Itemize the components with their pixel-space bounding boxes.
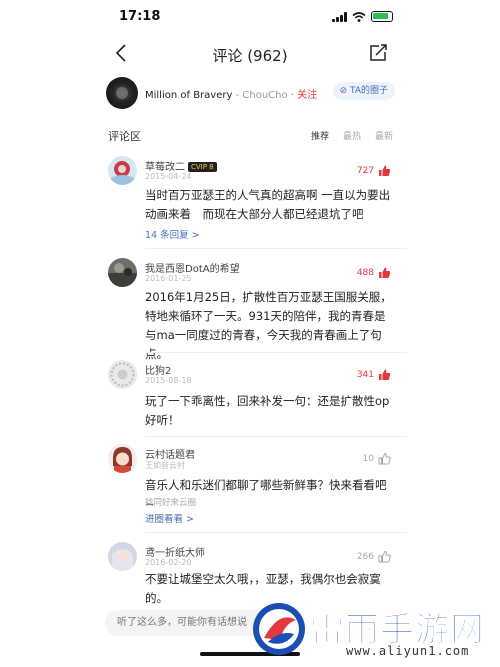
brand-logo-icon (253, 603, 305, 655)
battery-icon (371, 11, 393, 22)
watermark: 雷雨手游网 www.aliyun1.com (250, 596, 500, 667)
tab-newest[interactable]: 最新 (375, 129, 393, 142)
like-count: 10 (362, 453, 374, 464)
watermark-url: www.aliyun1.com (346, 644, 470, 658)
comment-date: 2015-08-18 (145, 376, 192, 385)
like-count: 341 (356, 369, 374, 380)
avatar[interactable] (108, 258, 137, 287)
comment-subtext: 找同好来云圈 (145, 498, 197, 508)
like-button[interactable]: 727 (357, 164, 391, 177)
circle-button[interactable]: ⊘ TA的圈子 (332, 82, 395, 100)
phone-screen: 17:18 评论 (962) Million of Bravery - Chou… (93, 0, 407, 667)
comment-username[interactable]: 云村话题君 (145, 446, 195, 461)
enter-circle-link[interactable]: 进圈看看 > (145, 511, 194, 525)
section-label: 评论区 (108, 130, 141, 143)
like-count: 727 (356, 165, 374, 176)
divider (145, 248, 407, 249)
wifi-icon (352, 11, 366, 22)
thumbs-up-icon (379, 369, 391, 380)
comment-text: 当时百万亚瑟王的人气真的超高啊 一直以为要出动画来着 而现在大部分人都已经退坑了… (145, 188, 391, 221)
like-count: 266 (356, 551, 374, 562)
circle-icon: ⊘ (339, 86, 351, 96)
follow-button[interactable]: · 关注 (288, 90, 317, 101)
comment-section-header: 评论区 推荐 最热 最新 (93, 124, 407, 146)
comment-date: 2015-04-24 (145, 172, 192, 181)
comment-username[interactable]: 比狗2 (145, 362, 171, 377)
song-artist[interactable]: ChouCho (242, 90, 287, 101)
circle-button-label: TA的圈子 (350, 86, 388, 96)
tab-recommended[interactable]: 推荐 (311, 129, 329, 142)
signal-icon (332, 11, 347, 22)
replies-link[interactable]: 14 条回复 > (145, 227, 200, 241)
nav-bar: 评论 (962) (93, 34, 407, 74)
like-count: 488 (356, 267, 374, 278)
comment-username[interactable]: 鸢一折纸大师 (145, 544, 205, 559)
song-info: Million of Bravery - ChouCho · 关注 (145, 86, 317, 101)
status-icons (332, 11, 393, 22)
avatar[interactable] (108, 360, 137, 389)
avatar[interactable] (108, 542, 137, 571)
like-button[interactable]: 488 (357, 266, 391, 279)
status-bar: 17:18 (93, 0, 407, 34)
comment-date: 2016-02-20 (145, 558, 192, 567)
comment-username[interactable]: 草莓改二 CVIP 8 (145, 158, 217, 173)
comment-text: 音乐人和乐迷们都聊了哪些新鲜事？快来看看吧~ (145, 478, 387, 511)
avatar[interactable] (108, 444, 137, 473)
song-separator: - (232, 90, 243, 101)
song-header[interactable]: Million of Bravery - ChouCho · 关注 ⊘ TA的圈… (93, 74, 407, 114)
comment-date: 2016-01-25 (145, 274, 192, 283)
like-button[interactable]: 10 (363, 452, 391, 465)
album-cover[interactable] (106, 77, 138, 109)
tab-hottest[interactable]: 最热 (343, 129, 361, 142)
sort-tabs: 推荐 最热 最新 (311, 129, 393, 142)
thumbs-up-icon (378, 452, 391, 465)
thumbs-up-icon (379, 165, 391, 176)
thumbs-up-icon (379, 267, 391, 278)
divider (145, 436, 407, 437)
share-icon[interactable] (367, 42, 389, 64)
divider (145, 352, 407, 353)
page-title: 评论 (962) (212, 47, 288, 65)
avatar[interactable] (108, 156, 137, 185)
status-time: 17:18 (119, 9, 161, 24)
song-title: Million of Bravery (145, 90, 233, 101)
like-button[interactable]: 266 (357, 550, 391, 563)
like-button[interactable]: 341 (357, 368, 391, 381)
vip-badge: CVIP 8 (188, 162, 217, 172)
comment-text: 玩了一下乖离性，回来补发一句：还是扩散性op好听！ (145, 394, 390, 427)
divider (145, 532, 407, 533)
thumbs-up-icon (378, 550, 391, 563)
comment-username[interactable]: 我是西恩DotA的希望 (145, 260, 240, 275)
comment-date: 王如音云村 (145, 461, 185, 470)
